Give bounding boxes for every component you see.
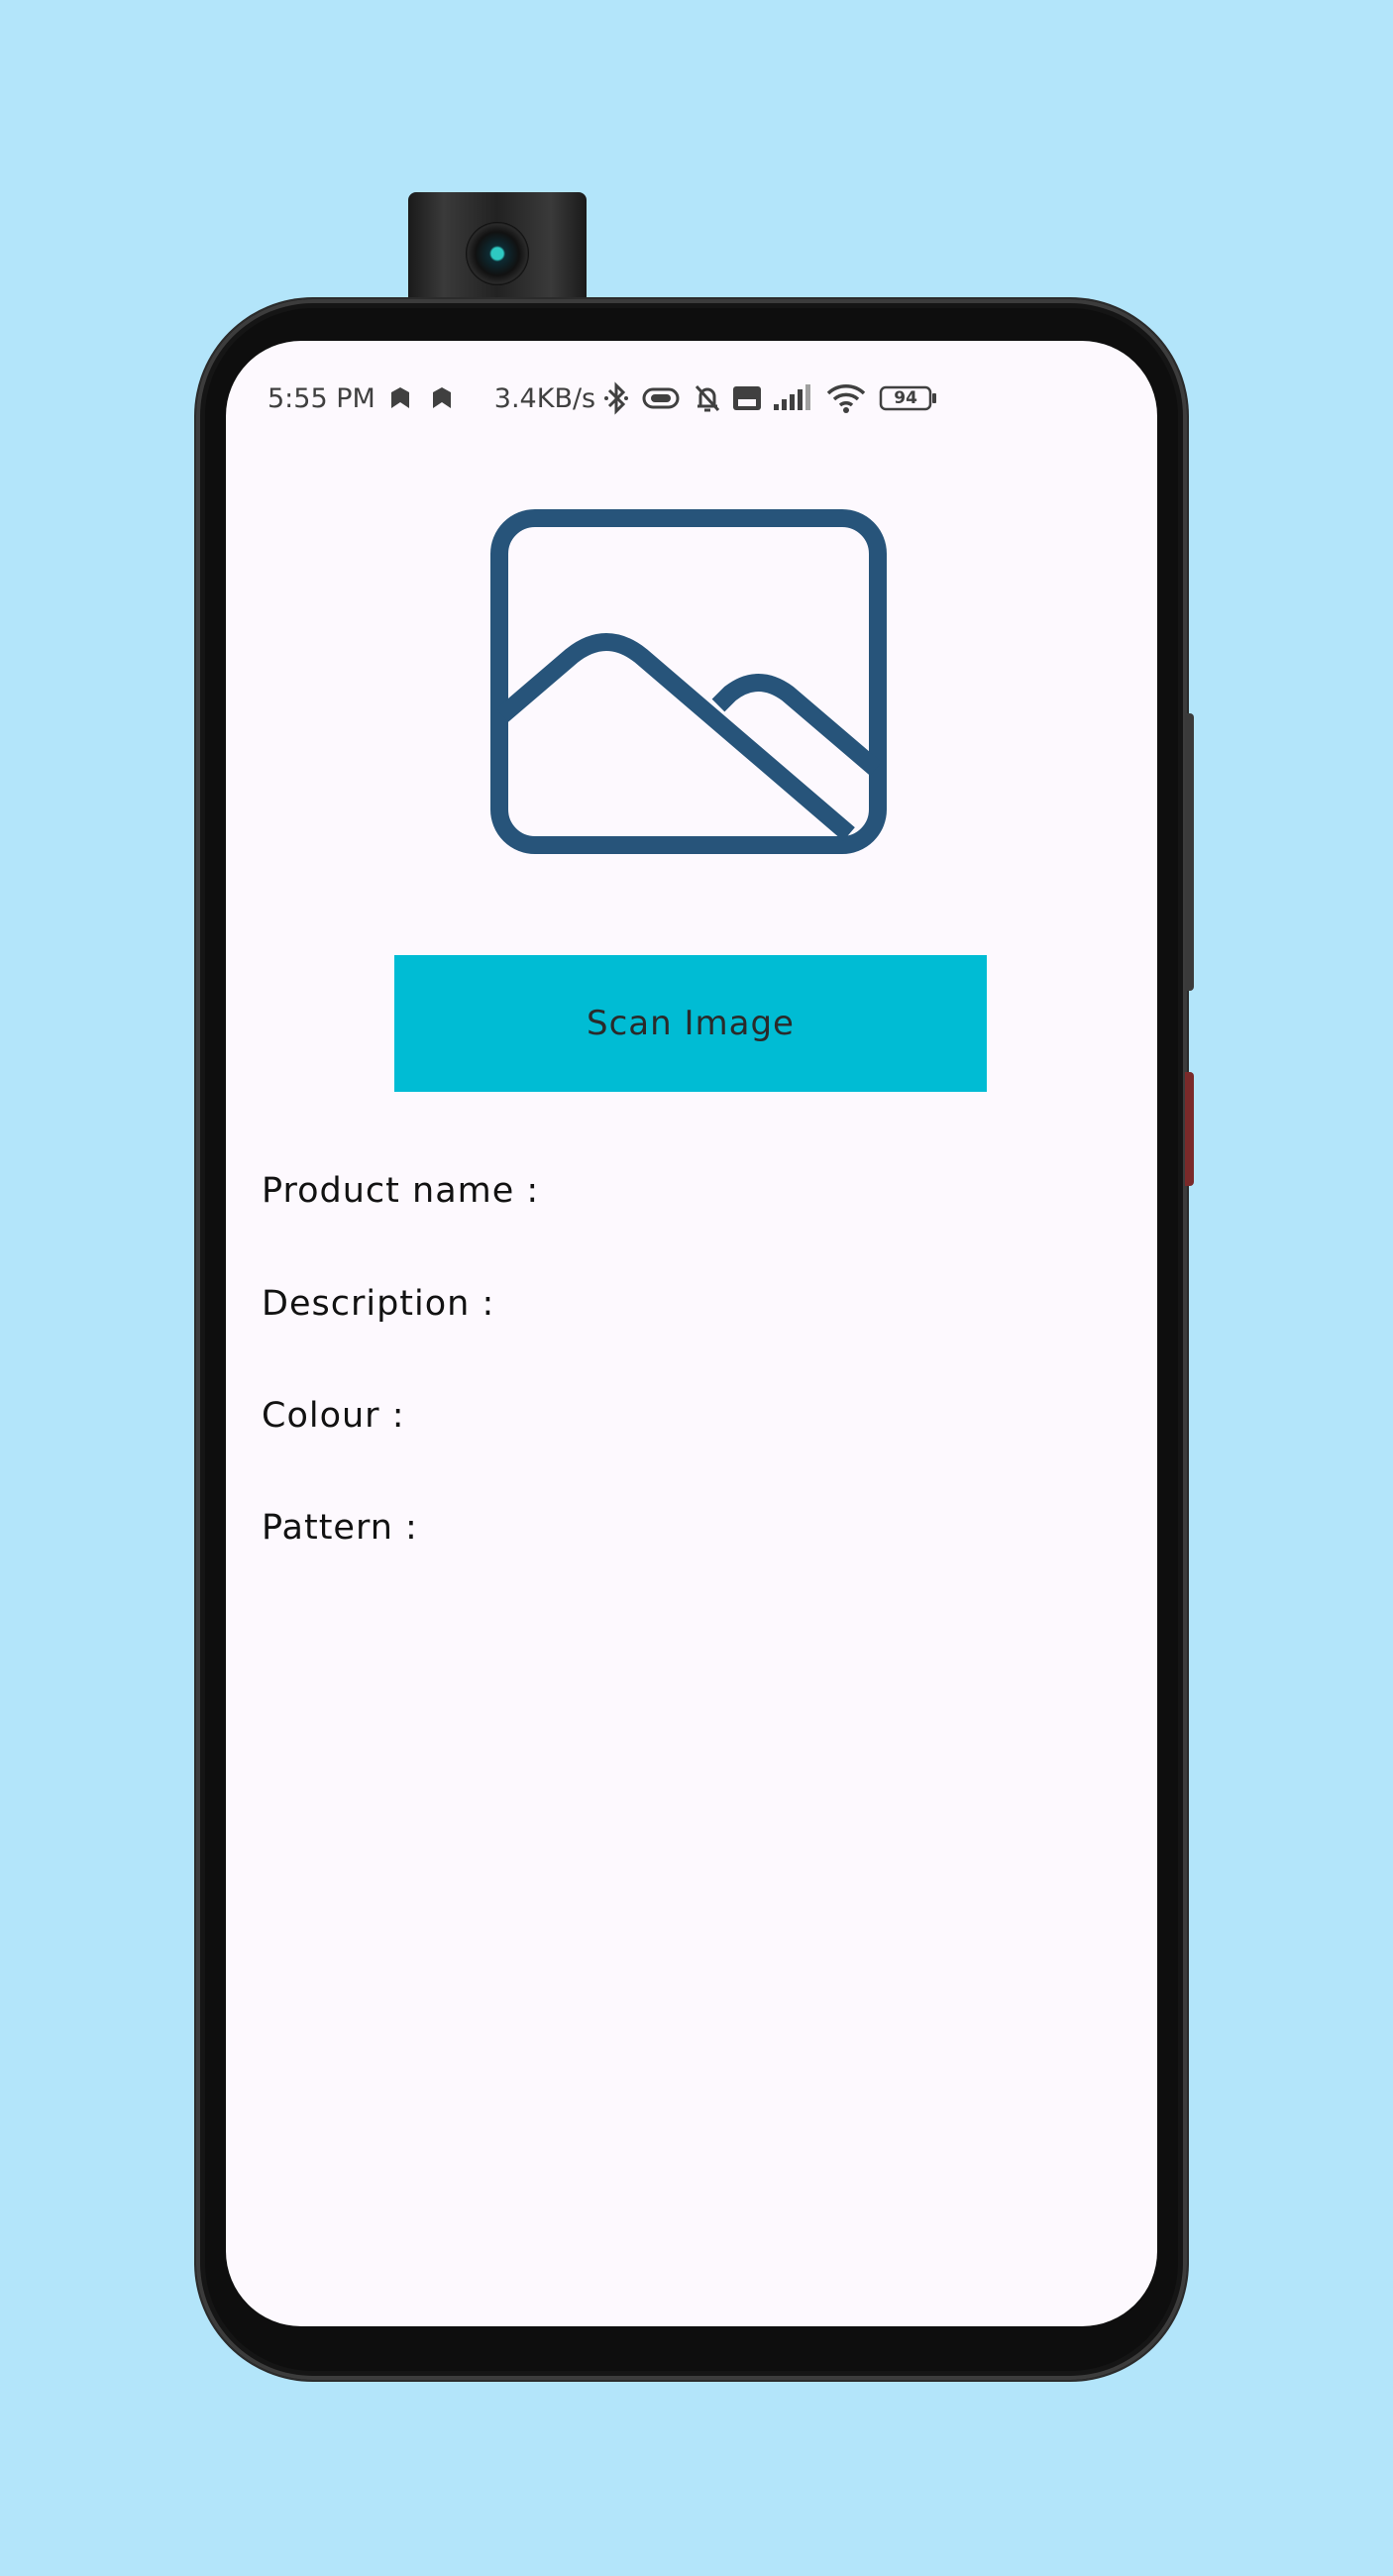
power-button <box>1185 1072 1194 1186</box>
notification-icon <box>431 386 453 410</box>
app-screen: 5:55 PM 3.4KB/s 94 Scan Image Product na… <box>226 341 1157 2326</box>
colour-label: Colour : <box>262 1396 405 1436</box>
network-speed: 3.4KB/s <box>493 382 596 414</box>
battery-level: 94 <box>894 388 917 408</box>
pattern-label: Pattern : <box>262 1508 418 1548</box>
bluetooth-icon <box>603 381 629 415</box>
phone-frame: 5:55 PM 3.4KB/s 94 Scan Image Product na… <box>196 299 1194 2380</box>
image-placeholder-icon <box>490 509 887 856</box>
description-label: Description : <box>262 1284 495 1324</box>
mute-icon <box>693 382 722 414</box>
popup-camera <box>408 192 587 309</box>
volume-button <box>1185 713 1194 991</box>
product-name-label: Product name : <box>262 1171 540 1211</box>
notification-icon <box>389 386 411 410</box>
camera-lens <box>466 222 529 285</box>
signal-icon <box>772 384 811 412</box>
scan-image-button[interactable]: Scan Image <box>394 955 987 1092</box>
wifi-icon <box>825 383 867 413</box>
status-time: 5:55 PM <box>268 382 375 414</box>
status-bar: 5:55 PM 3.4KB/s 94 <box>268 378 1118 418</box>
vibrate-icon <box>639 384 683 412</box>
volte-icon <box>732 384 762 412</box>
battery-icon: 94 <box>879 384 938 412</box>
